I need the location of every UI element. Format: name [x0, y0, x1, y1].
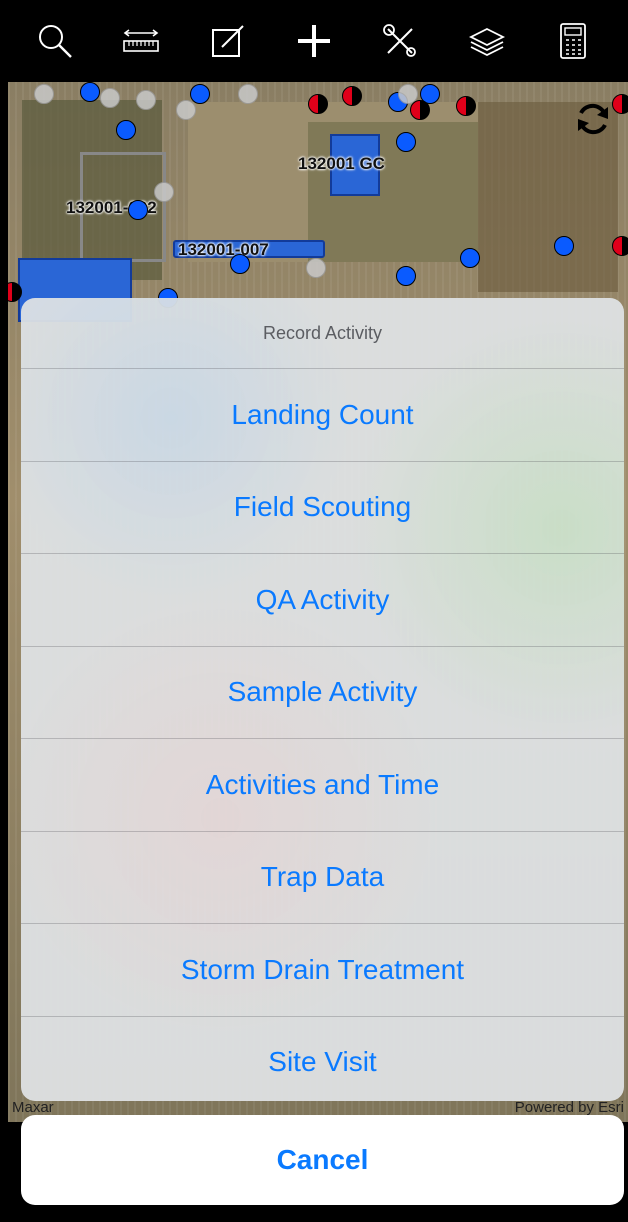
- map-point[interactable]: [396, 266, 416, 286]
- map-point[interactable]: [410, 100, 430, 120]
- storm-drain-treatment-option[interactable]: Storm Drain Treatment: [21, 924, 624, 1017]
- add-button[interactable]: [286, 13, 342, 69]
- map-point[interactable]: [308, 94, 328, 114]
- sample-activity-option[interactable]: Sample Activity: [21, 647, 624, 739]
- map-point[interactable]: [612, 94, 628, 114]
- calculator-icon: [559, 23, 586, 59]
- map-point[interactable]: [456, 96, 476, 116]
- site-visit-option[interactable]: Site Visit: [21, 1017, 624, 1102]
- layers-button[interactable]: [459, 13, 515, 69]
- landing-count-option[interactable]: Landing Count: [21, 369, 624, 462]
- map-point[interactable]: [116, 120, 136, 140]
- map-point[interactable]: [306, 258, 326, 278]
- trap-data-option[interactable]: Trap Data: [21, 832, 624, 924]
- map-point[interactable]: [554, 236, 574, 256]
- qa-activity-option[interactable]: QA Activity: [21, 554, 624, 647]
- layers-icon: [468, 27, 505, 57]
- cancel-button[interactable]: Cancel: [21, 1115, 624, 1205]
- record-activity-sheet: Record Activity Landing Count Field Scou…: [21, 298, 624, 1101]
- map-point[interactable]: [396, 132, 416, 152]
- add-icon: [297, 25, 330, 57]
- map-point[interactable]: [136, 90, 156, 110]
- measure-button[interactable]: [113, 13, 169, 69]
- map-toolbar: [0, 0, 628, 82]
- search-button[interactable]: [27, 13, 83, 69]
- map-point[interactable]: [176, 100, 196, 120]
- edit-button[interactable]: [200, 13, 256, 69]
- map-point[interactable]: [190, 84, 210, 104]
- calculator-button[interactable]: [545, 13, 601, 69]
- measure-icon: [123, 29, 160, 52]
- search-icon: [39, 25, 72, 58]
- tools-icon: [383, 24, 417, 57]
- map-point[interactable]: [80, 82, 100, 102]
- sheet-title: Record Activity: [21, 298, 624, 369]
- map-point[interactable]: [612, 236, 628, 256]
- map-point[interactable]: [100, 88, 120, 108]
- map-point[interactable]: [34, 84, 54, 104]
- tools-button[interactable]: [372, 13, 428, 69]
- edit-icon: [211, 25, 244, 57]
- activities-and-time-option[interactable]: Activities and Time: [21, 739, 624, 832]
- map-point[interactable]: [128, 200, 148, 220]
- map-attribution: Maxar: [12, 1099, 54, 1116]
- map-point[interactable]: [342, 86, 362, 106]
- map-point[interactable]: [154, 182, 174, 202]
- map-point[interactable]: [460, 248, 480, 268]
- parcel-label: 132001-007: [178, 240, 269, 259]
- map-point[interactable]: [238, 84, 258, 104]
- map-point[interactable]: [230, 254, 250, 274]
- refresh-icon[interactable]: [572, 98, 614, 140]
- field-scouting-option[interactable]: Field Scouting: [21, 462, 624, 554]
- parcel-label: 132001 GC: [298, 154, 385, 173]
- esri-attribution: Powered by Esri: [514, 1099, 624, 1116]
